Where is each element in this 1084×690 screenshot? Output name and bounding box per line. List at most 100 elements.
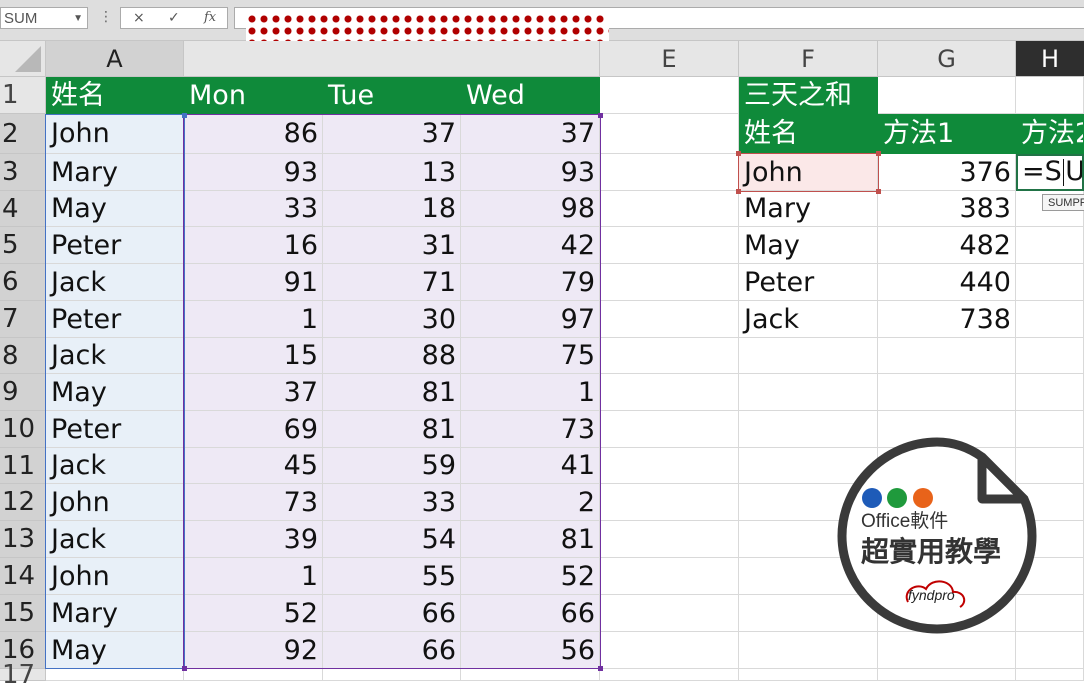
column-header-f[interactable]: F (739, 41, 878, 77)
cell-d6[interactable]: 79 (461, 264, 600, 301)
cell-e2[interactable] (600, 114, 739, 154)
row-header-4[interactable]: 4 (0, 191, 46, 227)
cell-a2[interactable]: John (46, 114, 184, 154)
cell-e17[interactable] (600, 669, 739, 681)
column-header-e[interactable]: E (600, 41, 739, 77)
column-header-a[interactable]: A (46, 41, 184, 77)
cell-c11[interactable]: 59 (323, 448, 461, 484)
cell-e5[interactable] (600, 227, 739, 264)
insert-function-icon[interactable]: fx (204, 8, 216, 28)
cell-a3[interactable]: Mary (46, 154, 184, 191)
cell-c2[interactable]: 37 (323, 114, 461, 154)
cell-g5[interactable]: 482 (878, 227, 1016, 264)
cell-g7[interactable]: 738 (878, 301, 1016, 338)
cell-e1[interactable] (600, 77, 739, 114)
row-header-9[interactable]: 9 (0, 374, 46, 411)
cell-c4[interactable]: 18 (323, 191, 461, 227)
row-header-13[interactable]: 13 (0, 521, 46, 558)
cell-a9[interactable]: May (46, 374, 184, 411)
range-handle[interactable] (876, 151, 881, 156)
cell-a16[interactable]: May (46, 632, 184, 669)
cell-a4[interactable]: May (46, 191, 184, 227)
cell-d3[interactable]: 93 (461, 154, 600, 191)
cell-h5[interactable] (1016, 227, 1084, 264)
cell-b3[interactable]: 93 (184, 154, 323, 191)
row-header-2[interactable]: 2 (0, 114, 46, 154)
cell-b6[interactable]: 91 (184, 264, 323, 301)
cell-a1[interactable]: 姓名 (46, 77, 184, 114)
cell-c10[interactable]: 81 (323, 411, 461, 448)
cell-b13[interactable]: 39 (184, 521, 323, 558)
cell-e7[interactable] (600, 301, 739, 338)
cell-h17[interactable] (1016, 669, 1084, 681)
range-handle[interactable] (736, 151, 741, 156)
cell-h6[interactable] (1016, 264, 1084, 301)
cell-e15[interactable] (600, 595, 739, 632)
cell-d11[interactable]: 41 (461, 448, 600, 484)
cell-e14[interactable] (600, 558, 739, 595)
row-header-10[interactable]: 10 (0, 411, 46, 448)
cell-c1[interactable]: Tue (323, 77, 461, 114)
select-all-button[interactable] (0, 41, 46, 77)
cell-b10[interactable]: 69 (184, 411, 323, 448)
cell-d9[interactable]: 1 (461, 374, 600, 411)
cell-f2[interactable]: 姓名 (739, 114, 878, 154)
cell-f17[interactable] (739, 669, 878, 681)
range-handle[interactable] (598, 113, 603, 118)
cell-f9[interactable] (739, 374, 878, 411)
row-header-12[interactable]: 12 (0, 484, 46, 521)
column-header-g[interactable]: G (878, 41, 1016, 77)
cell-d1[interactable]: Wed (461, 77, 600, 114)
row-header-8[interactable]: 8 (0, 338, 46, 374)
cell-c6[interactable]: 71 (323, 264, 461, 301)
cell-f3[interactable]: John (739, 154, 878, 191)
cell-g6[interactable]: 440 (878, 264, 1016, 301)
cell-g2[interactable]: 方法1 (878, 114, 1016, 154)
cell-e4[interactable] (600, 191, 739, 227)
cell-h3-editing[interactable]: =SUM (1016, 154, 1084, 191)
cell-b4[interactable]: 33 (184, 191, 323, 227)
autocomplete-tooltip[interactable]: SUMPRODUCT (1042, 194, 1084, 211)
row-header-11[interactable]: 11 (0, 448, 46, 484)
chevron-down-icon[interactable]: ▼ (73, 8, 83, 30)
cell-e13[interactable] (600, 521, 739, 558)
cell-d17[interactable] (461, 669, 600, 681)
range-handle[interactable] (736, 189, 741, 194)
cell-f8[interactable] (739, 338, 878, 374)
cell-d8[interactable]: 75 (461, 338, 600, 374)
cell-e9[interactable] (600, 374, 739, 411)
cell-e11[interactable] (600, 448, 739, 484)
cell-b9[interactable]: 37 (184, 374, 323, 411)
cell-g8[interactable] (878, 338, 1016, 374)
cell-c9[interactable]: 81 (323, 374, 461, 411)
cell-c5[interactable]: 31 (323, 227, 461, 264)
cell-g9[interactable] (878, 374, 1016, 411)
row-header-7[interactable]: 7 (0, 301, 46, 338)
cell-d13[interactable]: 81 (461, 521, 600, 558)
cell-a5[interactable]: Peter (46, 227, 184, 264)
cell-d7[interactable]: 97 (461, 301, 600, 338)
row-header-14[interactable]: 14 (0, 558, 46, 595)
cell-a11[interactable]: Jack (46, 448, 184, 484)
row-header-5[interactable]: 5 (0, 227, 46, 264)
cell-b14[interactable]: 1 (184, 558, 323, 595)
cell-b2[interactable]: 86 (184, 114, 323, 154)
cell-a15[interactable]: Mary (46, 595, 184, 632)
cell-a17[interactable] (46, 669, 184, 681)
cell-g17[interactable] (878, 669, 1016, 681)
cell-b5[interactable]: 16 (184, 227, 323, 264)
cell-a10[interactable]: Peter (46, 411, 184, 448)
cell-d14[interactable]: 52 (461, 558, 600, 595)
cell-d4[interactable]: 98 (461, 191, 600, 227)
cancel-icon[interactable]: × (133, 8, 145, 28)
cell-e16[interactable] (600, 632, 739, 669)
cell-b7[interactable]: 1 (184, 301, 323, 338)
cell-f6[interactable]: Peter (739, 264, 878, 301)
cell-h7[interactable] (1016, 301, 1084, 338)
cell-b8[interactable]: 15 (184, 338, 323, 374)
name-box[interactable]: SUM ▼ (0, 7, 88, 29)
row-header-15[interactable]: 15 (0, 595, 46, 632)
cell-b11[interactable]: 45 (184, 448, 323, 484)
cell-e3[interactable] (600, 154, 739, 191)
cell-h16[interactable] (1016, 632, 1084, 669)
